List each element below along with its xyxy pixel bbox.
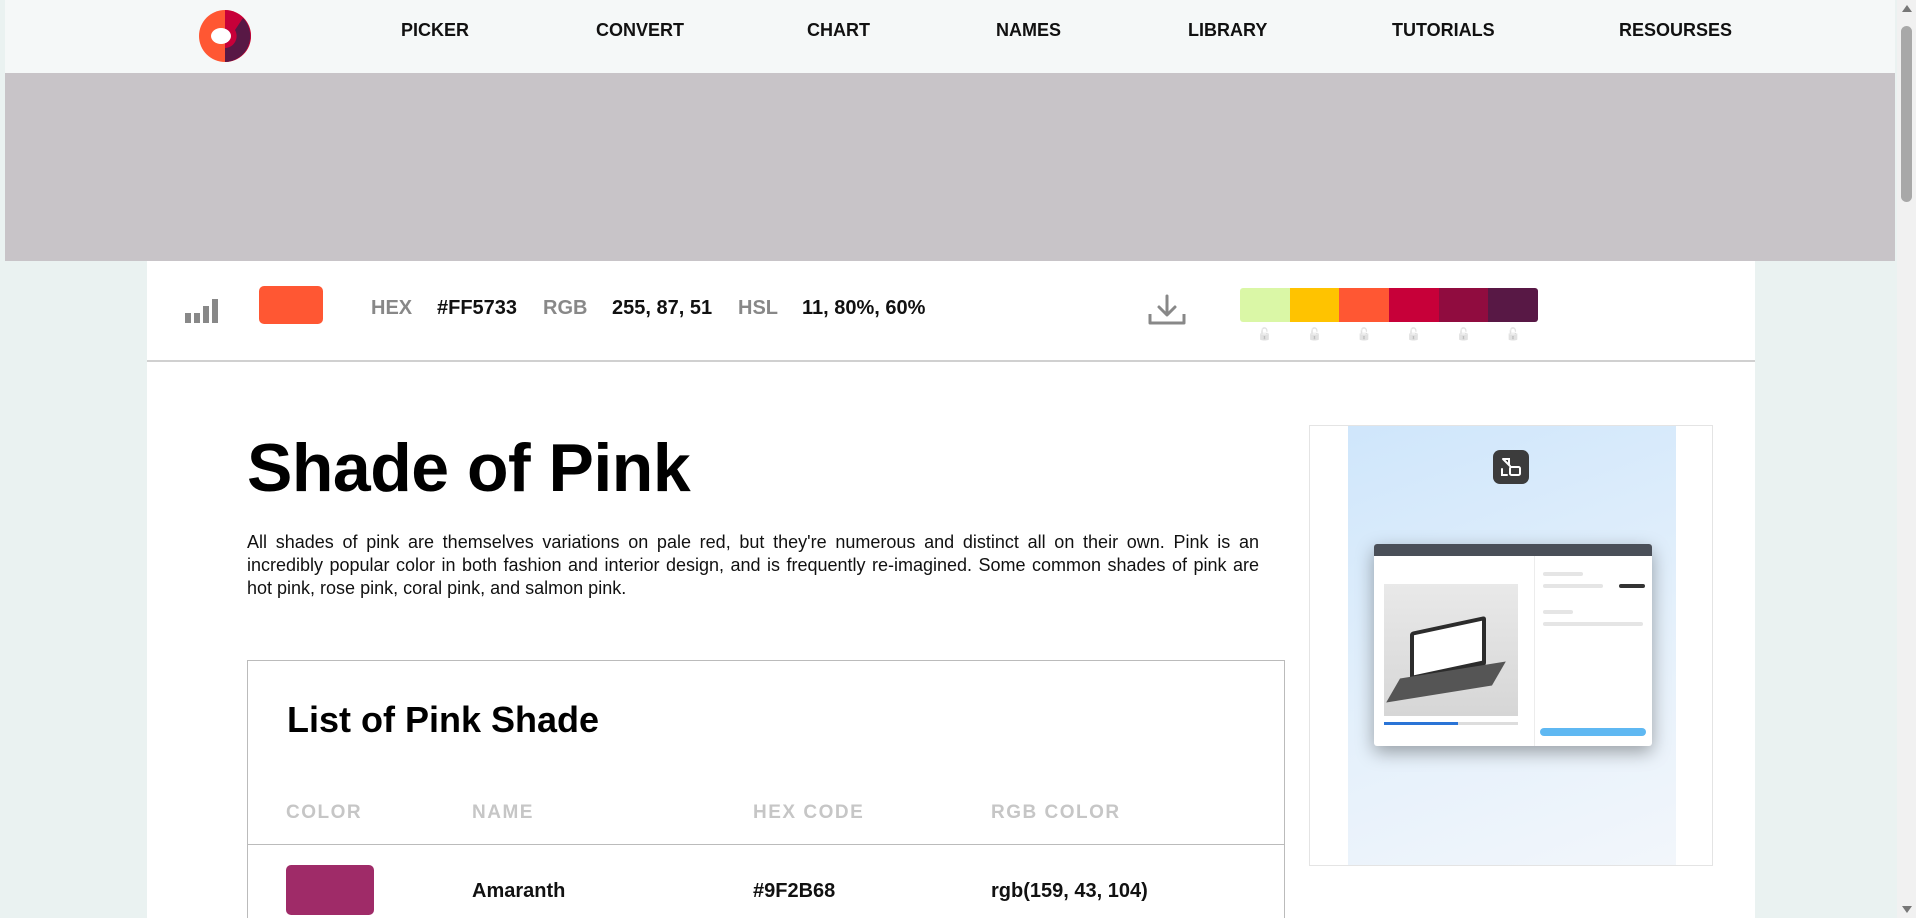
- header-divider: [248, 844, 1284, 845]
- lock-icon[interactable]: 🔓: [1290, 327, 1340, 341]
- row-color-swatch[interactable]: [286, 865, 374, 915]
- nav-names[interactable]: NAMES: [996, 20, 1061, 41]
- row-hex-code: #9F2B68: [753, 880, 836, 902]
- nav-resourses[interactable]: RESOURSES: [1619, 20, 1732, 41]
- row-color-name[interactable]: Amaranth: [472, 880, 565, 903]
- side-ad[interactable]: [1309, 425, 1713, 866]
- scroll-down-icon[interactable]: [1902, 906, 1912, 913]
- palette-swatch[interactable]: [1339, 288, 1390, 322]
- top-navigation: PICKER CONVERT CHART NAMES LIBRARY TUTOR…: [5, 0, 1895, 73]
- hsl-label: HSL: [738, 297, 778, 319]
- side-ad-creative[interactable]: [1348, 426, 1676, 865]
- intro-paragraph: All shades of pink are themselves variat…: [247, 532, 1259, 598]
- nav-picker[interactable]: PICKER: [401, 20, 469, 41]
- row-rgb-color: rgb(159, 43, 104): [991, 880, 1148, 902]
- current-color-swatch[interactable]: [259, 286, 323, 324]
- palette-swatch[interactable]: [1488, 288, 1538, 322]
- lock-icon[interactable]: 🔓: [1339, 327, 1389, 341]
- lock-icon[interactable]: 🔓: [1240, 327, 1290, 341]
- shade-list-title: List of Pink Shade: [287, 699, 600, 740]
- column-header-rgb: RGB COLOR: [991, 802, 1121, 823]
- expand-icon[interactable]: [1493, 450, 1529, 484]
- rgb-label: RGB: [543, 297, 588, 319]
- lock-icon[interactable]: 🔓: [1488, 327, 1538, 341]
- site-logo[interactable]: [195, 8, 255, 64]
- column-header-name: NAME: [472, 802, 534, 823]
- palette-swatch[interactable]: [1389, 288, 1439, 322]
- color-toolbar: HEX #FF5733 RGB 255, 87, 51 HSL 11, 80%,…: [147, 261, 1755, 362]
- ad-app-mockup: [1374, 544, 1652, 746]
- nav-convert[interactable]: CONVERT: [596, 20, 684, 41]
- scroll-up-icon[interactable]: [1902, 5, 1912, 12]
- lock-icon[interactable]: 🔓: [1389, 327, 1439, 341]
- nav-library[interactable]: LIBRARY: [1188, 20, 1267, 41]
- ad-banner[interactable]: [5, 73, 1895, 261]
- scroll-thumb[interactable]: [1901, 26, 1912, 202]
- hex-label: HEX: [371, 297, 413, 319]
- bar-chart-icon[interactable]: [185, 299, 219, 323]
- download-icon[interactable]: [1147, 294, 1187, 326]
- lock-icon[interactable]: 🔓: [1439, 327, 1489, 341]
- palette-swatch[interactable]: [1438, 288, 1489, 322]
- hsl-value[interactable]: 11, 80%, 60%: [802, 297, 925, 320]
- palette-locks: 🔓 🔓 🔓 🔓 🔓 🔓: [1240, 327, 1538, 341]
- palette-swatch[interactable]: [1240, 288, 1290, 322]
- column-header-color: COLOR: [286, 802, 363, 823]
- page: PICKER CONVERT CHART NAMES LIBRARY TUTOR…: [0, 0, 1916, 918]
- ad-product-photo: [1384, 584, 1518, 716]
- column-header-hex: HEX CODE: [753, 802, 865, 823]
- nav-chart[interactable]: CHART: [807, 20, 870, 41]
- main-content: HEX #FF5733 RGB 255, 87, 51 HSL 11, 80%,…: [147, 261, 1755, 918]
- rgb-value[interactable]: 255, 87, 51: [612, 297, 712, 320]
- scrollbar[interactable]: [1897, 0, 1916, 918]
- palette-swatch[interactable]: [1289, 288, 1340, 322]
- hex-value[interactable]: #FF5733: [437, 297, 517, 320]
- nav-tutorials[interactable]: TUTORIALS: [1392, 20, 1495, 41]
- shade-list-card: List of Pink Shade COLOR NAME HEX CODE R…: [247, 660, 1285, 918]
- color-palette[interactable]: [1240, 288, 1538, 322]
- page-title: Shade of Pink: [247, 430, 691, 506]
